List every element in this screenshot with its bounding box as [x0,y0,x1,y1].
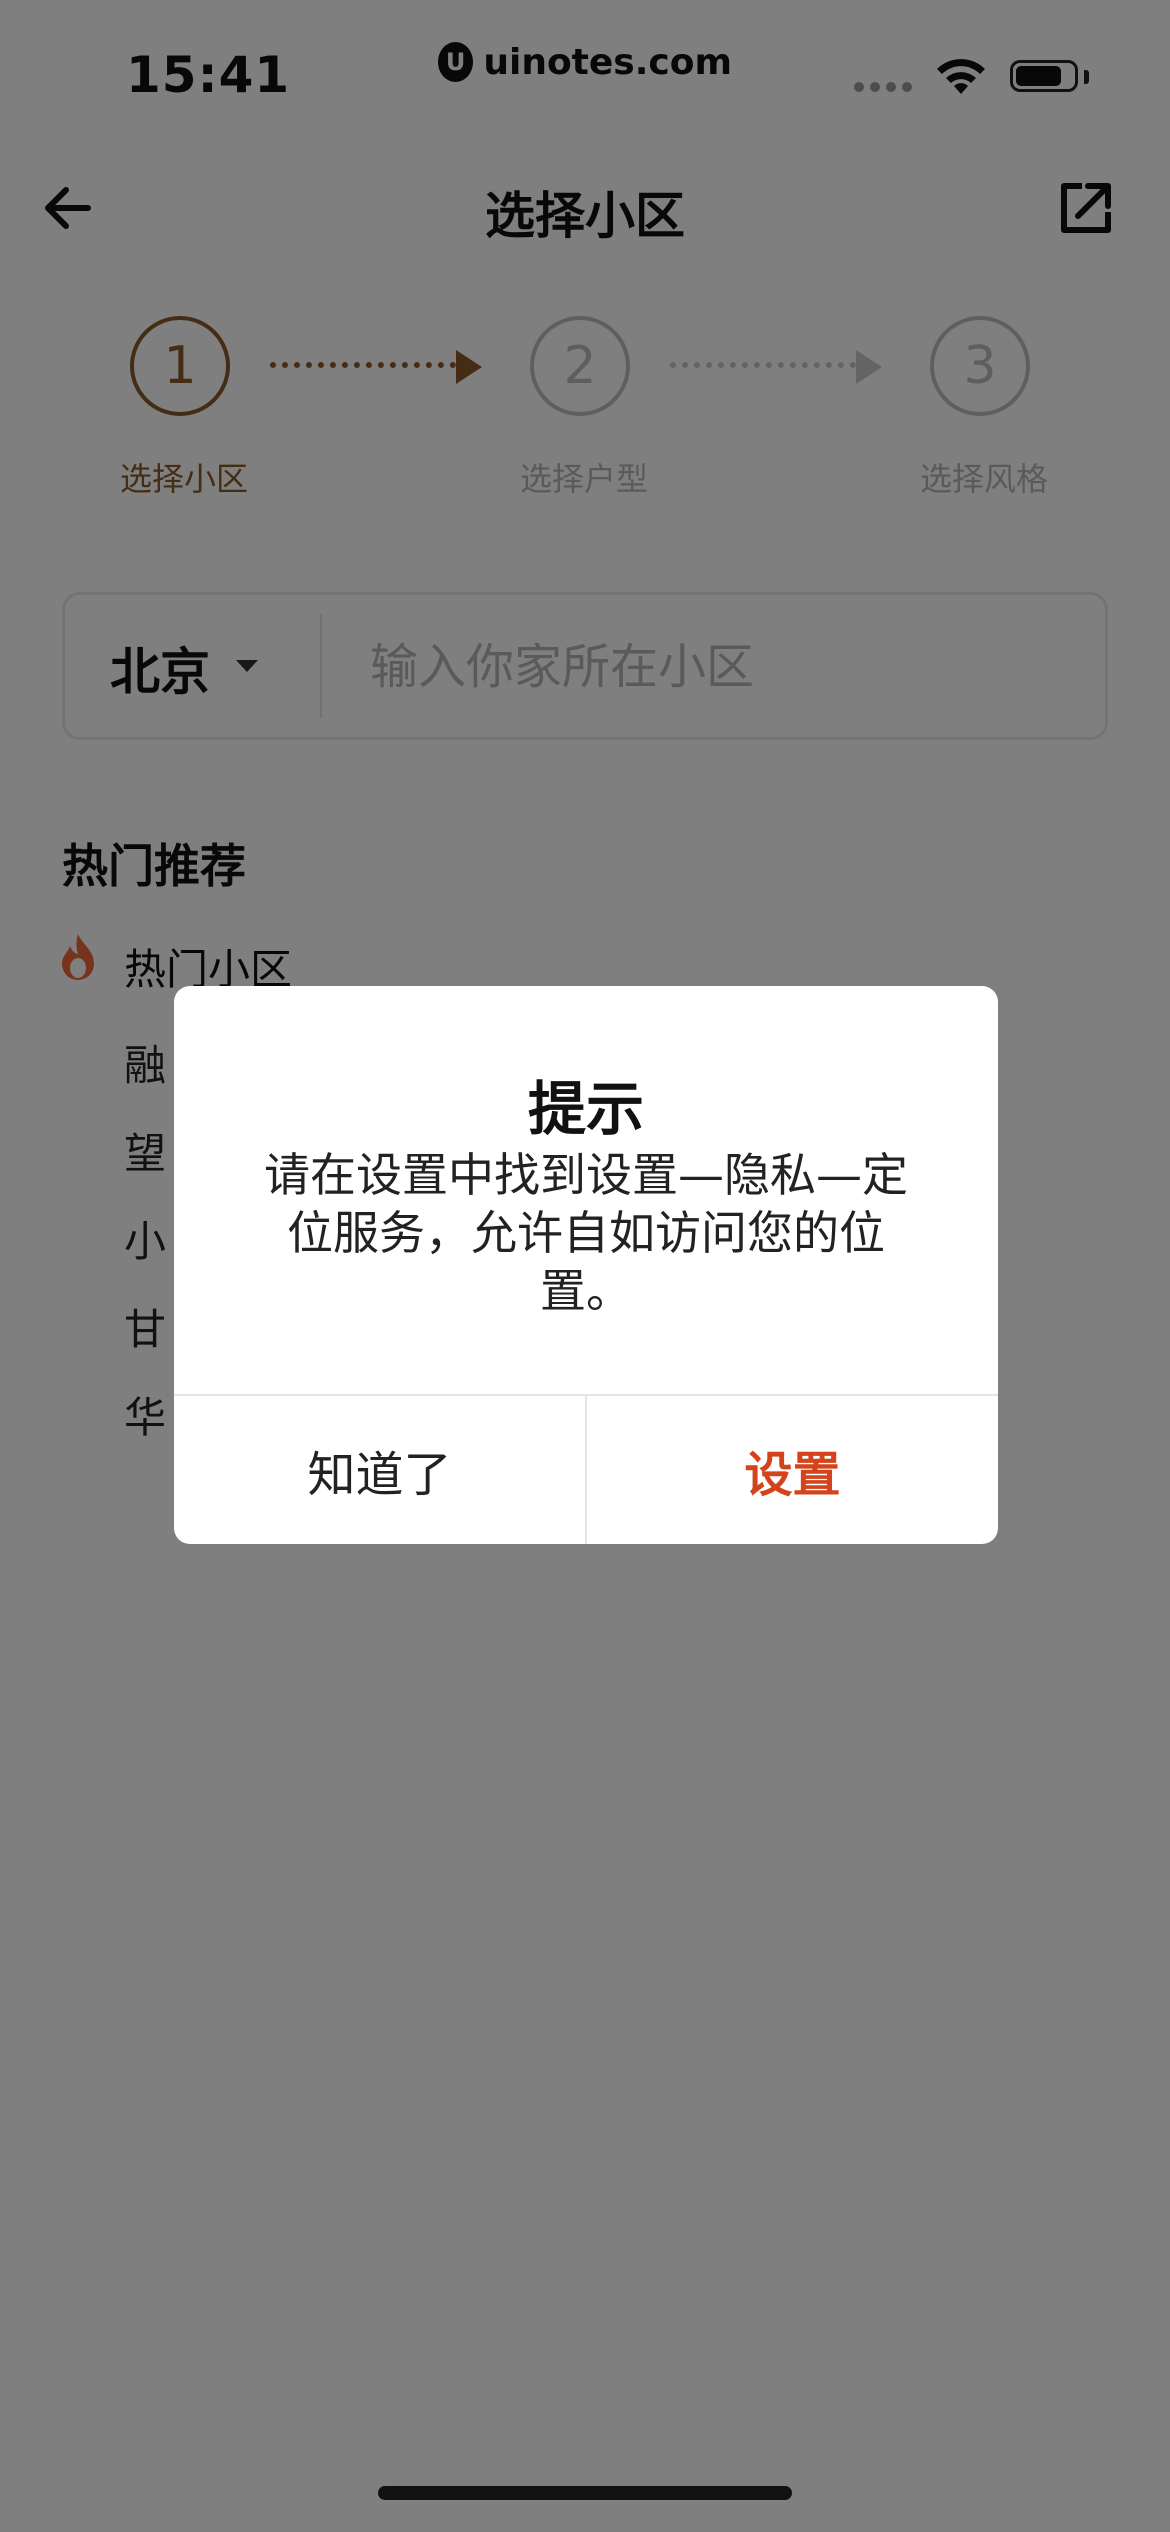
dialog-title: 提示 [527,1075,644,1143]
dialog-message: 请在设置中找到设置—隐私—定位服务，允许自如访问您的位置。 [264,1148,908,1318]
location-permission-dialog: 提示 请在设置中找到设置—隐私—定位服务，允许自如访问您的位置。 知道了 设置 [174,986,998,1544]
home-indicator[interactable] [378,2486,792,2500]
dismiss-button[interactable]: 知道了 [174,1396,585,1544]
settings-button[interactable]: 设置 [587,1396,998,1544]
